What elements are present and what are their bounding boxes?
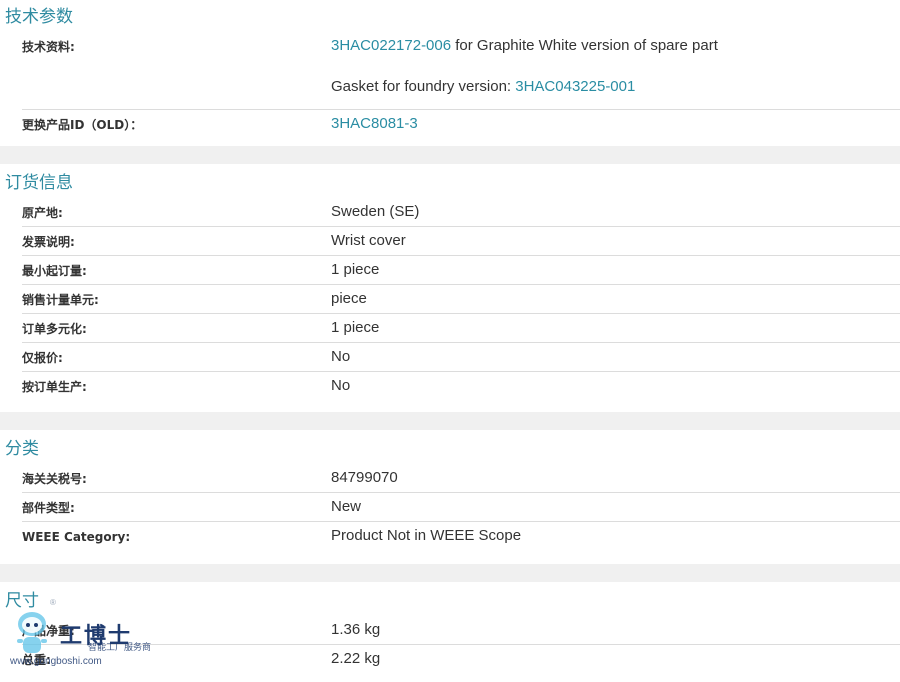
spec-row: 订单多元化: 1 piece: [22, 314, 900, 343]
spec-label: 发票说明:: [22, 235, 75, 249]
spec-row-tech-docs: 技术资料: 3HAC022172-006 for Graphite White …: [22, 32, 900, 110]
spec-row: 产品净重: 1.36 kg: [22, 616, 900, 645]
tech-section: 技术参数 技术资料: 3HAC022172-006 for Graphite W…: [0, 0, 900, 146]
spec-label: 按订单生产:: [22, 380, 87, 394]
gasket-text: Gasket for foundry version:: [331, 78, 516, 95]
spec-label: 销售计量单元:: [22, 293, 99, 307]
spec-label: 产品净重:: [22, 624, 75, 638]
spec-row-replacement-id: 更换产品ID（OLD）： 3HAC8081-3: [22, 110, 900, 140]
spec-row: 总重: 2.22 kg: [22, 645, 900, 673]
spec-value: 84799070: [331, 469, 398, 486]
spec-value: No: [331, 348, 351, 365]
spec-value: No: [331, 377, 351, 394]
spec-label: 原产地:: [22, 206, 63, 220]
tech-docs-line-1: 3HAC022172-006 for Graphite White versio…: [331, 37, 718, 55]
spec-row: 原产地: Sweden (SE): [22, 198, 900, 227]
spec-value: 3HAC022172-006 for Graphite White versio…: [331, 32, 718, 109]
doc-description: for Graphite White version of spare part: [451, 37, 718, 54]
doc-link-3HAC022172-006[interactable]: 3HAC022172-006: [331, 37, 451, 54]
spec-label: 仅报价:: [22, 351, 63, 365]
spec-value: 3HAC8081-3: [331, 110, 418, 140]
spec-label: 技术资料:: [22, 40, 75, 54]
tech-docs-line-2: Gasket for foundry version: 3HAC043225-0…: [331, 78, 718, 96]
classification-section: 分类 海关关税号: 84799070 部件类型: New WEEE Catego…: [0, 430, 900, 564]
spec-value: 1 piece: [331, 261, 380, 278]
spec-value: Sweden (SE): [331, 203, 420, 220]
dimensions-section: 尺寸 产品净重: 1.36 kg 总重: 2.22 kg: [0, 582, 900, 682]
spec-label: 部件类型:: [22, 501, 75, 515]
spec-label: 海关关税号:: [22, 472, 87, 486]
spec-label: 订单多元化:: [22, 322, 87, 336]
section-divider: [0, 412, 900, 430]
spec-label: 最小起订量:: [22, 264, 87, 278]
replacement-id-link[interactable]: 3HAC8081-3: [331, 115, 418, 132]
spec-label: WEEE Category:: [22, 530, 131, 544]
section-title-classification: 分类: [5, 439, 39, 459]
spec-row: 最小起订量: 1 piece: [22, 256, 900, 285]
spec-value: Product Not in WEEE Scope: [331, 527, 522, 544]
section-divider: [0, 146, 900, 164]
section-title-tech: 技术参数: [5, 7, 73, 27]
spec-row: 仅报价: No: [22, 343, 900, 372]
spec-row: 发票说明: Wrist cover: [22, 227, 900, 256]
spec-label: 总重:: [22, 653, 51, 667]
order-section: 订货信息 原产地: Sweden (SE) 发票说明: Wrist cover …: [0, 164, 900, 412]
spec-row: WEEE Category: Product Not in WEEE Scope: [22, 522, 900, 550]
doc-link-3HAC043225-001[interactable]: 3HAC043225-001: [515, 78, 635, 95]
spec-value: 2.22 kg: [331, 650, 381, 667]
spec-row: 部件类型: New: [22, 493, 900, 522]
spec-value: piece: [331, 290, 367, 307]
spec-label: 更换产品ID（OLD）：: [22, 118, 143, 132]
section-title-order: 订货信息: [5, 173, 73, 193]
section-title-dimensions: 尺寸: [5, 591, 39, 611]
spec-row: 海关关税号: 84799070: [22, 464, 900, 493]
spec-row: 销售计量单元: piece: [22, 285, 900, 314]
spec-value: 1.36 kg: [331, 621, 381, 638]
spec-value: New: [331, 498, 362, 515]
spec-row: 按订单生产: No: [22, 372, 900, 400]
spec-value: 1 piece: [331, 319, 380, 336]
section-divider: [0, 564, 900, 582]
spec-value: Wrist cover: [331, 232, 406, 249]
